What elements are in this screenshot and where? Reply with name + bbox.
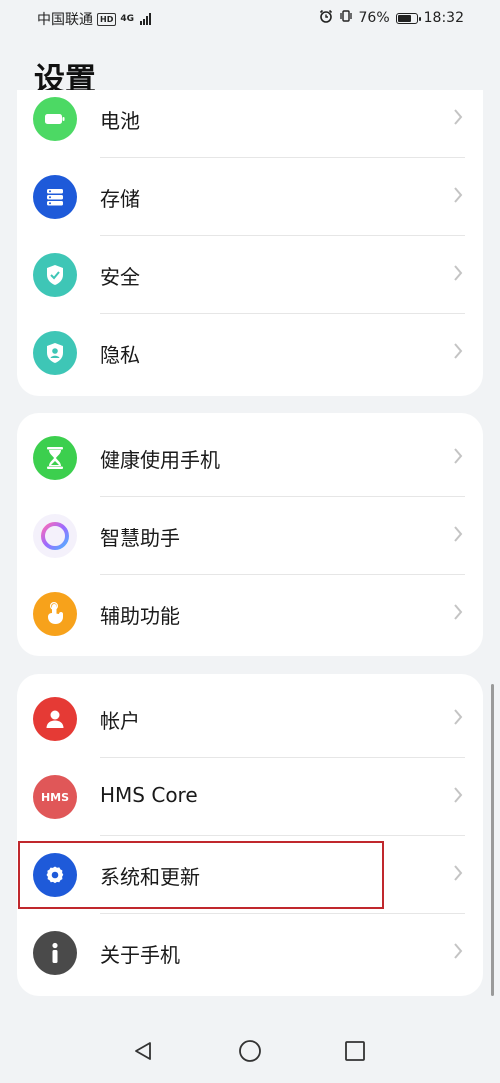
assistant-ring-icon — [33, 514, 77, 558]
hd-badge: HD — [97, 12, 117, 26]
settings-item-label: 隐私 — [100, 343, 140, 367]
status-bar: 中国联通 HD 4G 76% 18:32 — [0, 0, 500, 36]
settings-item-privacy[interactable]: 隐私 — [17, 314, 483, 392]
info-icon — [33, 931, 77, 975]
clock: 18:32 — [423, 10, 464, 26]
settings-item-smart-assistant[interactable]: 智慧助手 — [17, 497, 483, 575]
navigation-bar — [0, 1020, 500, 1083]
chevron-right-icon — [454, 709, 463, 725]
carrier-name: 中国联通 — [37, 12, 93, 28]
account-icon — [33, 697, 77, 741]
settings-item-digital-balance[interactable]: 健康使用手机 — [17, 419, 483, 497]
settings-item-about-phone[interactable]: 关于手机 — [17, 914, 483, 992]
battery-percent: 76% — [358, 10, 390, 26]
chevron-right-icon — [454, 448, 463, 464]
hand-icon — [33, 592, 77, 636]
hms-icon: HMS — [33, 775, 77, 819]
settings-item-accounts[interactable]: 帐户 — [17, 680, 483, 758]
network-type: 4G — [120, 14, 134, 24]
settings-item-label: 关于手机 — [100, 943, 180, 967]
chevron-right-icon — [454, 787, 463, 803]
vibrate-icon — [339, 9, 353, 27]
hms-icon-text: HMS — [40, 790, 70, 804]
settings-item-label: 辅助功能 — [100, 604, 180, 628]
settings-group-2: 健康使用手机 智慧助手 辅助功能 — [17, 413, 483, 656]
chevron-right-icon — [454, 109, 463, 125]
settings-item-hms-core[interactable]: HMS HMS Core — [17, 758, 483, 836]
privacy-icon — [33, 331, 77, 375]
signal-icon — [140, 13, 151, 25]
highlight-box — [18, 841, 384, 909]
settings-item-label: 健康使用手机 — [100, 448, 220, 472]
settings-item-label: 帐户 — [100, 709, 140, 733]
settings-item-label: 存储 — [100, 187, 140, 211]
settings-group-3: 帐户 HMS HMS Core 系统和更新 关于手机 — [17, 674, 483, 996]
home-button[interactable] — [235, 1036, 265, 1066]
chevron-right-icon — [454, 265, 463, 281]
chevron-right-icon — [454, 604, 463, 620]
settings-item-battery[interactable]: 电池 — [17, 90, 483, 158]
settings-item-label: 电池 — [100, 109, 140, 133]
settings-item-storage[interactable]: 存储 — [17, 158, 483, 236]
recents-button[interactable] — [340, 1036, 370, 1066]
back-button[interactable] — [128, 1036, 158, 1066]
battery-icon — [33, 97, 77, 141]
chevron-right-icon — [454, 943, 463, 959]
chevron-right-icon — [454, 526, 463, 542]
storage-icon — [33, 175, 77, 219]
chevron-right-icon — [454, 187, 463, 203]
settings-item-label: HMS Core — [100, 783, 198, 807]
settings-item-accessibility[interactable]: 辅助功能 — [17, 575, 483, 653]
chevron-right-icon — [454, 343, 463, 359]
settings-item-label: 智慧助手 — [100, 526, 180, 550]
settings-item-security[interactable]: 安全 — [17, 236, 483, 314]
hourglass-icon — [33, 436, 77, 480]
alarm-icon — [319, 9, 333, 27]
settings-item-label: 安全 — [100, 265, 140, 289]
shield-icon — [33, 253, 77, 297]
scrollbar[interactable] — [491, 684, 494, 996]
chevron-right-icon — [454, 865, 463, 881]
settings-group-1: 电池 存储 安全 隐私 — [17, 90, 483, 396]
battery-status-icon — [395, 12, 421, 24]
